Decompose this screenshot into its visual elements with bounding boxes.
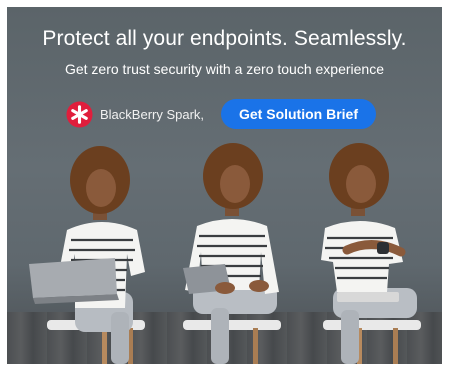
person-with-tablet: [183, 143, 281, 364]
get-solution-brief-button[interactable]: Get Solution Brief: [221, 99, 376, 129]
brand-name: BlackBerry Spark,: [100, 106, 205, 122]
ad-subheadline: Get zero trust security with a zero touc…: [64, 61, 385, 77]
ad-headline: Protect all your endpoints. Seamlessly.: [42, 27, 407, 50]
blackberry-asterisk-icon: [66, 100, 93, 128]
person-with-laptop: [29, 146, 145, 364]
person-with-smartwatch: [321, 143, 421, 364]
brand-lockup: BlackBerry Spark,: [66, 100, 204, 128]
advertisement-banner[interactable]: Protect all your endpoints. Seamlessly. …: [7, 7, 442, 364]
people-illustration: [29, 143, 421, 364]
